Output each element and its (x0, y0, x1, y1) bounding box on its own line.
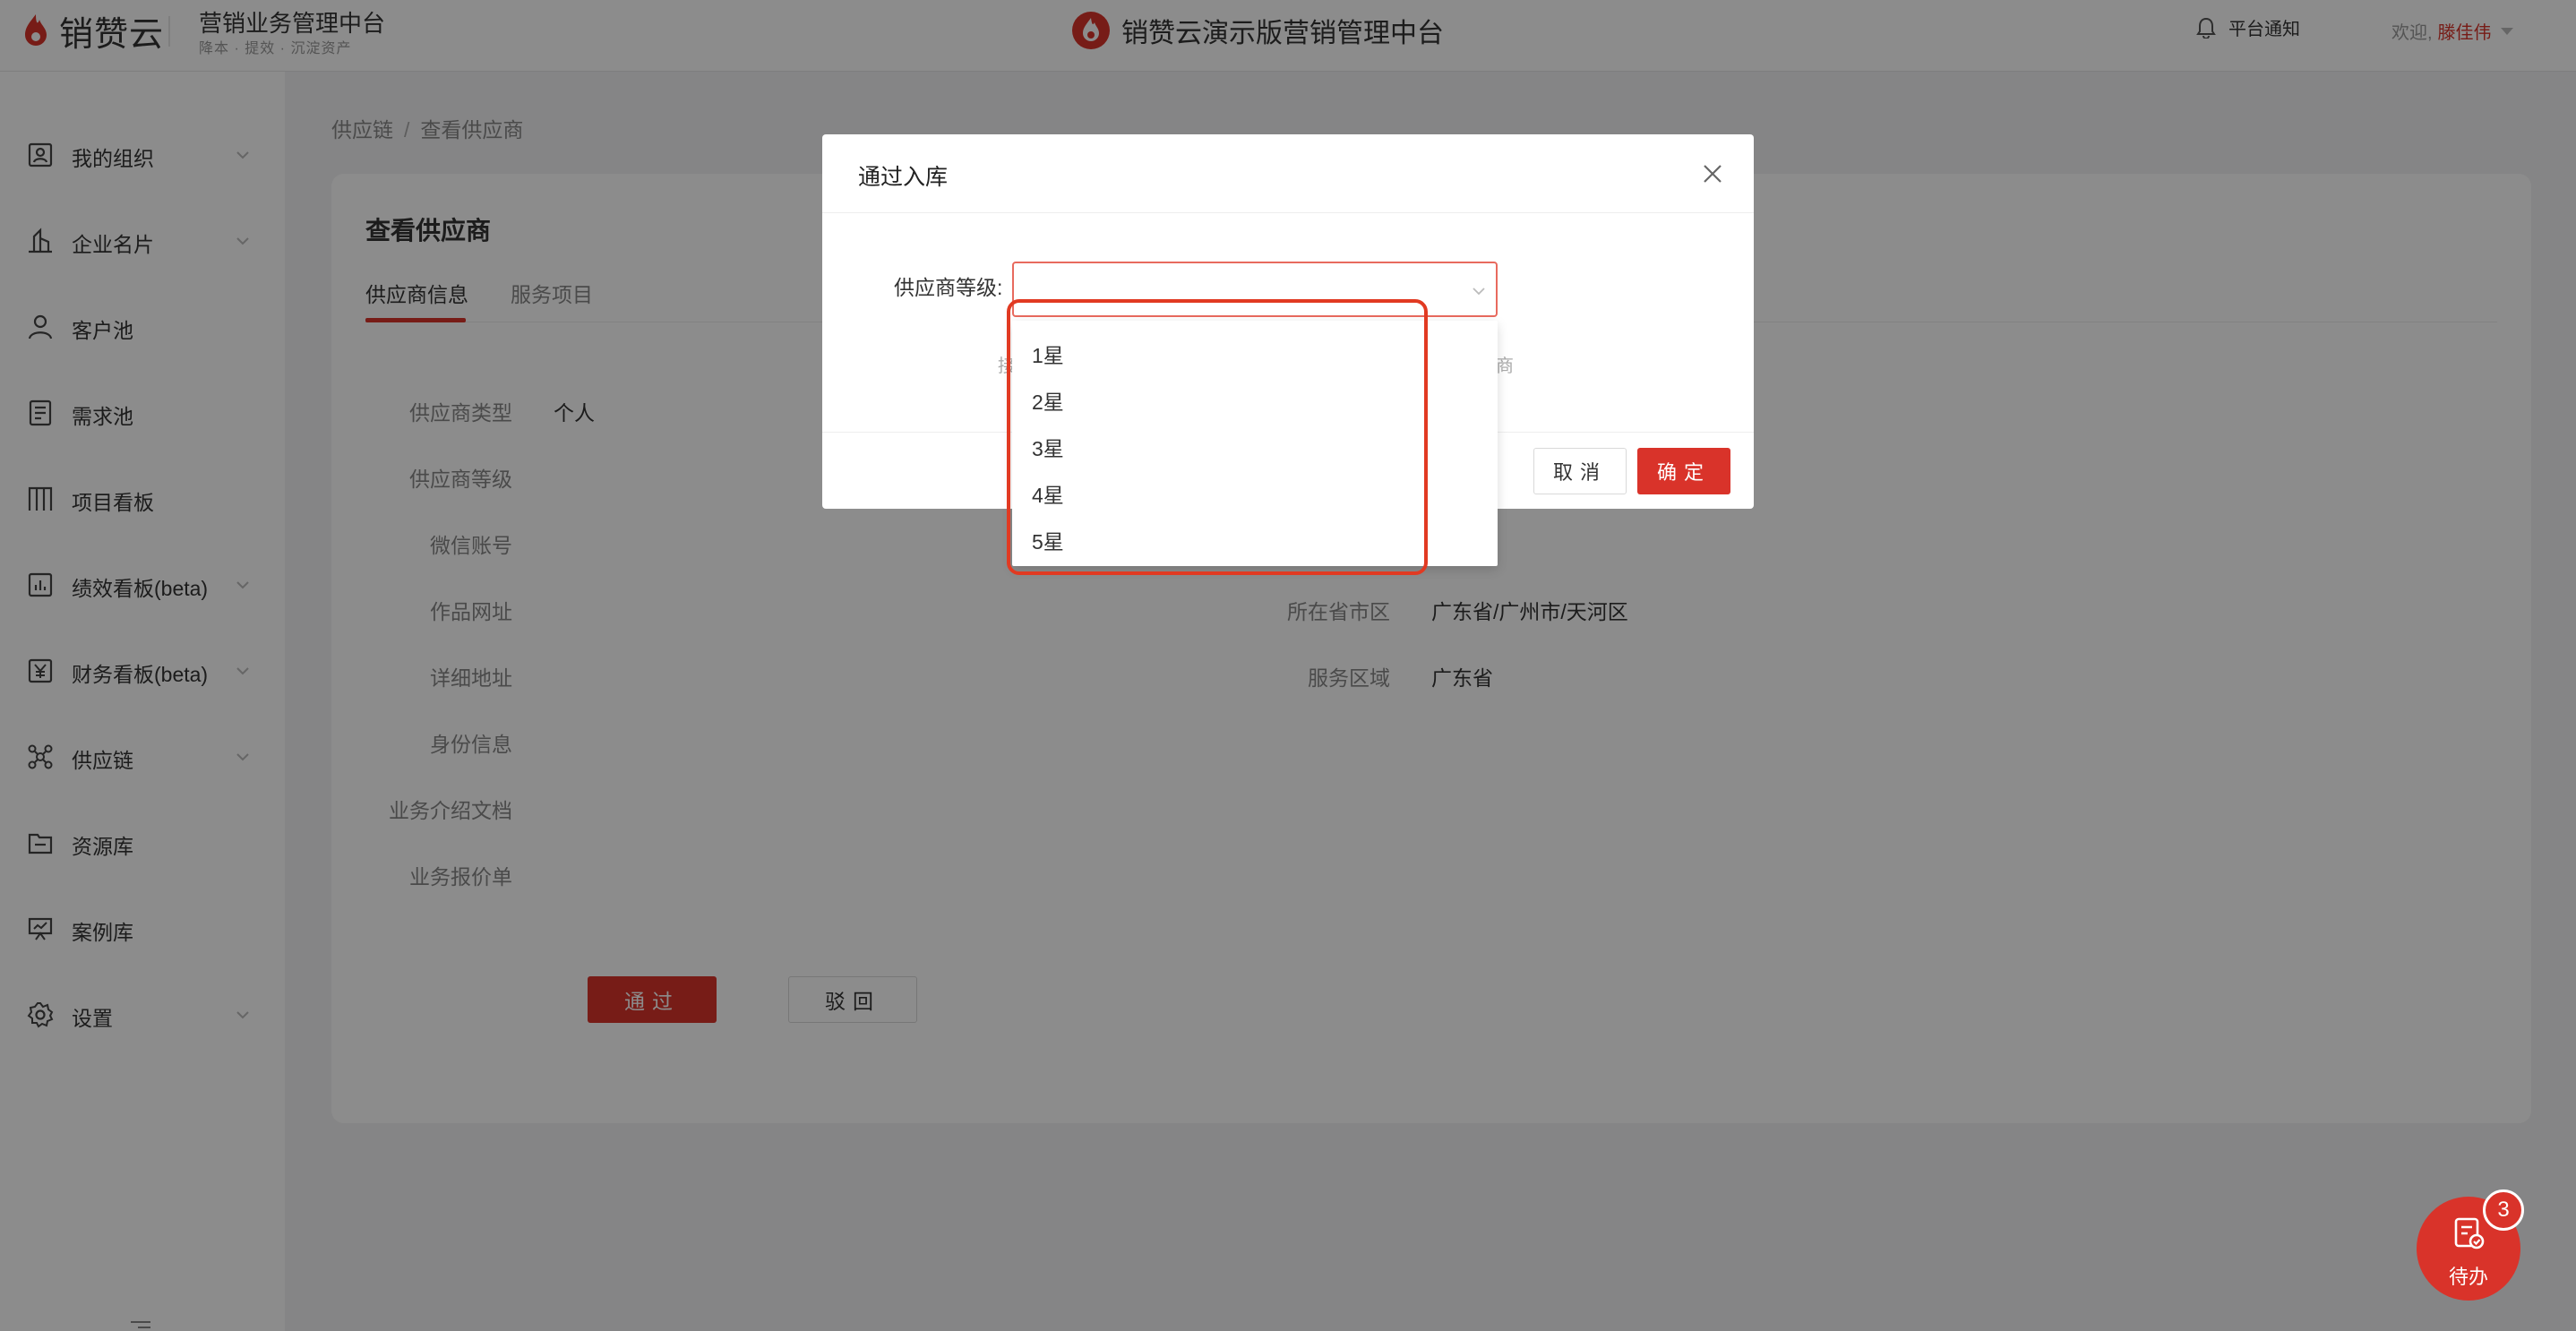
annotation-highlight-box (1007, 299, 1428, 575)
modal-title: 通过入库 (858, 165, 949, 190)
close-icon[interactable] (1700, 161, 1725, 186)
confirm-button[interactable]: 确定 (1637, 448, 1730, 494)
modal-header: 通过入库 (822, 134, 1754, 213)
cancel-button[interactable]: 取消 (1533, 448, 1627, 494)
supplier-level-label: 供应商等级: (894, 276, 1003, 299)
todo-label: 待办 (2448, 1266, 2488, 1288)
todo-icon (2454, 1217, 2485, 1249)
obscured-hint-right: 商 (1496, 356, 1514, 376)
todo-count-badge: 3 (2483, 1189, 2524, 1231)
todo-float-button[interactable]: 待办 3 (2417, 1189, 2524, 1301)
chevron-down-icon (1473, 288, 1485, 296)
